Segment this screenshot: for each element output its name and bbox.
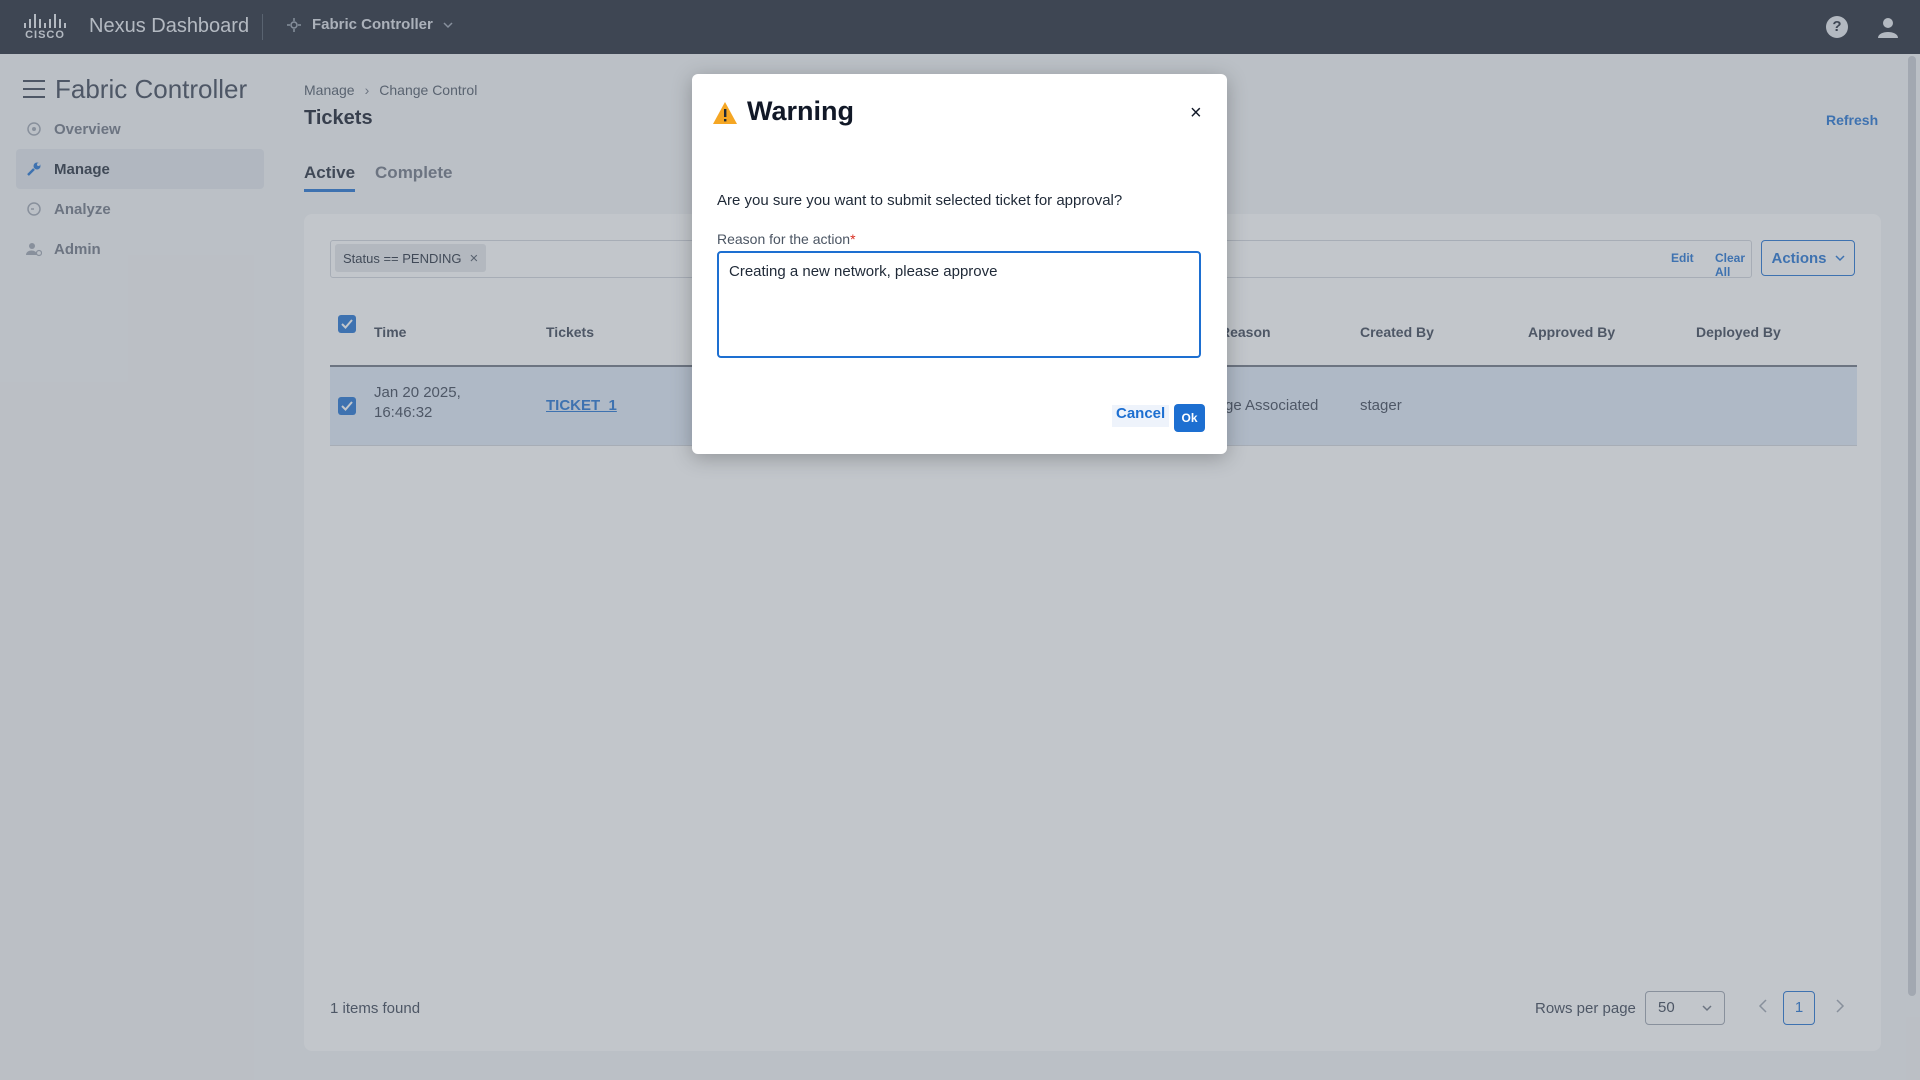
reason-textarea[interactable]: Creating a new network, please approve [717, 251, 1201, 358]
ok-button[interactable]: Ok [1174, 404, 1205, 432]
warning-icon [713, 102, 737, 124]
reason-label: Reason for the action* [717, 231, 856, 247]
dialog-title: Warning [747, 96, 854, 126]
dialog-message: Are you sure you want to submit selected… [717, 192, 1123, 209]
close-icon[interactable]: × [1190, 102, 1202, 125]
reason-label-text: Reason for the action [717, 231, 851, 247]
warning-dialog: Warning × Are you sure you want to submi… [692, 74, 1227, 454]
required-marker: * [850, 231, 856, 247]
cancel-button[interactable]: Cancel [1112, 405, 1170, 427]
